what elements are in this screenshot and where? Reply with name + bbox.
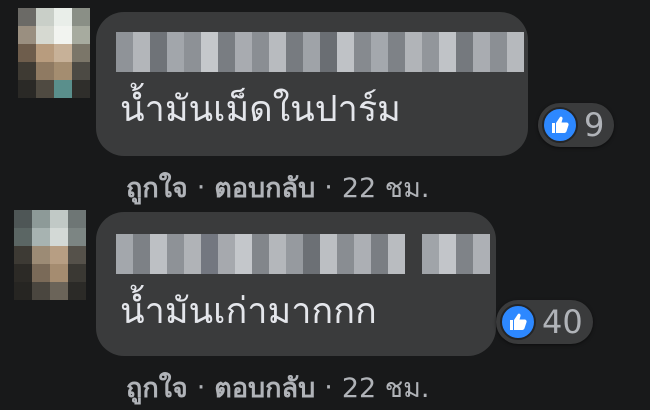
separator-dot: ·: [196, 172, 206, 203]
comment-actions: ถูกใจ · ตอบกลับ · 22 ชม.: [126, 366, 429, 409]
avatar[interactable]: [14, 210, 86, 300]
timestamp[interactable]: 22 ชม.: [342, 366, 430, 409]
comment-thread: น้ำมันเม็ดในปาร์ม 9 ถูกใจ · ตอบกลับ · 22…: [0, 0, 650, 410]
separator-dot: ·: [196, 372, 206, 403]
author-name-blurred[interactable]: [116, 234, 490, 274]
reaction-summary[interactable]: 40: [496, 300, 593, 344]
like-link[interactable]: ถูกใจ: [126, 366, 188, 409]
reply-link[interactable]: ตอบกลับ: [214, 366, 315, 409]
reaction-count: 40: [542, 303, 583, 341]
author-name-blurred[interactable]: [116, 32, 524, 72]
like-icon: [500, 304, 536, 340]
reaction-count: 9: [584, 106, 605, 144]
avatar[interactable]: [18, 8, 90, 98]
reaction-summary[interactable]: 9: [538, 103, 615, 147]
comment-item: น้ำมันเม็ดในปาร์ม 9 ถูกใจ · ตอบกลับ · 22…: [0, 0, 650, 204]
separator-dot: ·: [324, 172, 333, 203]
comment-text: น้ำมันเก่ามากกก: [120, 291, 377, 332]
like-icon: [542, 107, 578, 143]
comment-text: น้ำมันเม็ดในปาร์ม: [120, 89, 401, 130]
comment-item: น้ำมันเก่ามากกก 40 ถูกใจ · ตอบกลับ · 22 …: [0, 200, 650, 410]
separator-dot: ·: [324, 372, 333, 403]
comment-bubble: น้ำมันเม็ดในปาร์ม: [96, 12, 528, 156]
comment-bubble: น้ำมันเก่ามากกก: [96, 212, 496, 356]
